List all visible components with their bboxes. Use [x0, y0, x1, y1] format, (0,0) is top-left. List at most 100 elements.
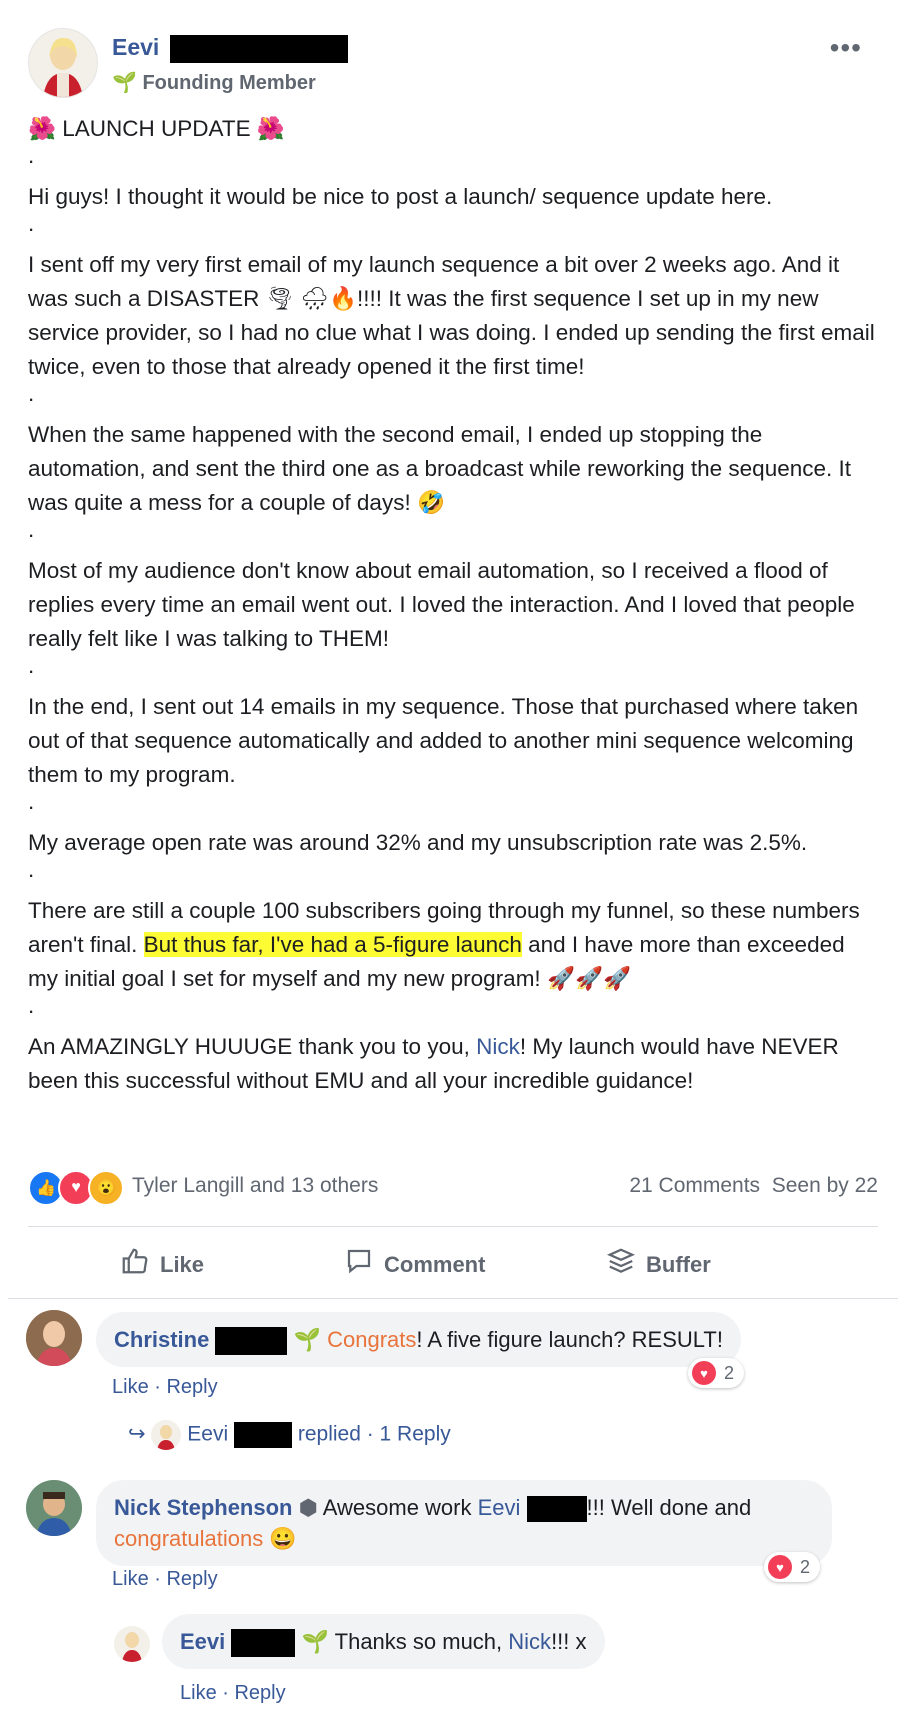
comment-like-link[interactable]: Like — [112, 1376, 149, 1398]
comment-bubble: Eevi 🌱 Thanks so much, Nick!!! x — [162, 1614, 605, 1670]
reaction-names[interactable]: Tyler Langill and 13 others — [132, 1174, 378, 1198]
comment-reaction-count[interactable]: ♥ 2 — [764, 1552, 821, 1582]
separator: · — [148, 1376, 167, 1398]
dot-separator: . — [28, 211, 35, 236]
post-stats: 21 Comments Seen by 22 — [629, 1174, 878, 1198]
divider — [28, 1226, 878, 1227]
reply-avatar — [151, 1420, 182, 1450]
heart-icon: ♥ — [692, 1361, 716, 1385]
author-name[interactable]: Eevi — [112, 34, 348, 63]
paragraph-8: An AMAZINGLY HUUUGE thank you to you, Ni… — [28, 1030, 878, 1098]
mention-nick[interactable]: Nick — [476, 1034, 520, 1059]
commenter-name[interactable]: Eevi — [180, 1629, 225, 1654]
like-label: Like — [160, 1251, 205, 1277]
comment-text-2: !!! x — [551, 1629, 587, 1654]
dot-separator: . — [28, 381, 35, 406]
paragraph-2: I sent off my very first email of my lau… — [28, 248, 878, 384]
reply-author: Eevi — [187, 1422, 229, 1446]
reply-eevi: Eevi 🌱 Thanks so much, Nick!!! x Like · … — [0, 1612, 900, 1722]
sprout-icon: 🌱 — [112, 72, 137, 94]
storm-fire-icons: 🌪 🌧🔥 — [265, 286, 357, 311]
reaction-icons[interactable]: 👍 ♥ 😮 — [28, 1170, 128, 1206]
comment-button[interactable]: Comment — [344, 1246, 485, 1283]
paragraph-6: My average open rate was around 32% and … — [28, 830, 808, 855]
sprout-icon: 🌱 — [301, 1629, 329, 1654]
commenter-name[interactable]: Nick Stephenson — [114, 1495, 292, 1520]
separator: · — [216, 1682, 235, 1704]
sprout-icon: 🌱 — [293, 1327, 322, 1352]
comment-reply-link[interactable]: Reply — [234, 1682, 285, 1704]
comment-like-link[interactable]: Like — [180, 1682, 217, 1704]
reaction-count: 2 — [724, 1362, 735, 1383]
buffer-button[interactable]: Buffer — [606, 1246, 711, 1283]
reply-arrow-icon: ↪ — [128, 1422, 146, 1446]
author-name-text[interactable]: Eevi — [112, 34, 159, 60]
dot-separator: . — [28, 993, 35, 1018]
highlighted-text: But thus far, I've had a 5-figure launch — [143, 932, 522, 957]
paragraph-5: In the end, I sent out 14 emails in my s… — [28, 694, 859, 787]
thumbs-up-icon — [120, 1246, 150, 1283]
buffer-label: Buffer — [646, 1251, 711, 1277]
divider — [8, 1298, 898, 1299]
comment-text-1: Awesome work — [322, 1495, 478, 1520]
mention-eevi[interactable]: Eevi — [478, 1495, 521, 1520]
seen-by-count[interactable]: Seen by 22 — [772, 1174, 878, 1197]
admin-shield-icon: ⬢ — [298, 1495, 318, 1520]
comment-like-link[interactable]: Like — [112, 1568, 149, 1590]
redacted-surname — [526, 1496, 587, 1523]
paragraph-8-a: An AMAZINGLY HUUUGE thank you to you, — [28, 1034, 477, 1059]
laughing-icon: 🤣 — [416, 490, 445, 515]
comment-bubble: Nick Stephenson ⬢ Awesome work Eevi !!! … — [96, 1480, 832, 1566]
dot-separator: . — [28, 857, 35, 882]
replies-summary[interactable]: ↪ Eevi replied · 1 Reply — [128, 1420, 451, 1450]
mention-nick[interactable]: Nick — [508, 1629, 551, 1654]
dot-separator: . — [28, 653, 35, 678]
commenter-avatar[interactable] — [114, 1626, 150, 1662]
redacted-surname — [234, 1422, 292, 1448]
congratulations-link[interactable]: congratulations — [114, 1526, 263, 1551]
commenter-avatar[interactable] — [26, 1480, 82, 1536]
redacted-surname — [231, 1629, 296, 1658]
paragraph-3: When the same happened with the second e… — [28, 418, 878, 520]
paragraph-4: Most of my audience don't know about ema… — [28, 558, 855, 651]
comment-text: ! A five figure launch? RESULT! — [416, 1327, 723, 1352]
rocket-icons: 🚀🚀🚀 — [546, 966, 631, 991]
heart-icon: ♥ — [768, 1555, 792, 1579]
comment-reply-link[interactable]: Reply — [166, 1568, 217, 1590]
more-options-button[interactable]: ••• — [830, 32, 862, 64]
separator: · — [148, 1568, 167, 1590]
comment-bubble-icon — [344, 1246, 374, 1283]
paragraph-1: Hi guys! I thought it would be nice to p… — [28, 184, 773, 209]
author-avatar[interactable] — [28, 28, 98, 98]
hibiscus-icon: 🌺 — [256, 116, 285, 141]
comment-christine: Christine 🌱 Congrats! A five figure laun… — [0, 1300, 900, 1450]
dot-separator: . — [28, 517, 35, 542]
comment-actions: Like · Reply — [112, 1376, 218, 1399]
comment-bubble: Christine 🌱 Congrats! A five figure laun… — [96, 1312, 741, 1368]
dot-separator: . — [28, 143, 35, 168]
comment-nick: Nick Stephenson ⬢ Awesome work Eevi !!! … — [0, 1470, 900, 1600]
post-actions: Like Comment Buffer — [28, 1240, 878, 1288]
comment-reaction-count[interactable]: ♥ 2 — [688, 1358, 745, 1388]
comment-actions: Like · Reply — [180, 1682, 286, 1705]
reactions-bar: 👍 ♥ 😮 Tyler Langill and 13 others 21 Com… — [28, 1170, 878, 1206]
comment-text-1: Thanks so much, — [334, 1629, 509, 1654]
hibiscus-icon: 🌺 — [28, 116, 57, 141]
commenter-avatar[interactable] — [26, 1310, 82, 1366]
commenter-name[interactable]: Christine — [114, 1327, 209, 1352]
redacted-surname — [169, 34, 348, 63]
post-title: 🌺 LAUNCH UPDATE 🌺 — [28, 112, 878, 146]
like-button[interactable]: Like — [120, 1246, 204, 1283]
badge-label: Founding Member — [142, 72, 316, 94]
comment-reply-link[interactable]: Reply — [166, 1376, 217, 1398]
comment-actions: Like · Reply — [112, 1568, 218, 1591]
redacted-surname — [215, 1327, 288, 1356]
post-header: Eevi 🌱 Founding Member ••• — [28, 28, 878, 100]
paragraph-7: There are still a couple 100 subscribers… — [28, 894, 878, 996]
reply-summary-text: replied · 1 Reply — [297, 1422, 451, 1446]
wow-reaction-icon: 😮 — [88, 1170, 124, 1206]
comments-count[interactable]: 21 Comments — [629, 1174, 760, 1197]
buffer-stack-icon — [606, 1246, 636, 1283]
congrats-link[interactable]: Congrats — [327, 1327, 416, 1352]
grinning-icon: 😀 — [269, 1526, 297, 1551]
